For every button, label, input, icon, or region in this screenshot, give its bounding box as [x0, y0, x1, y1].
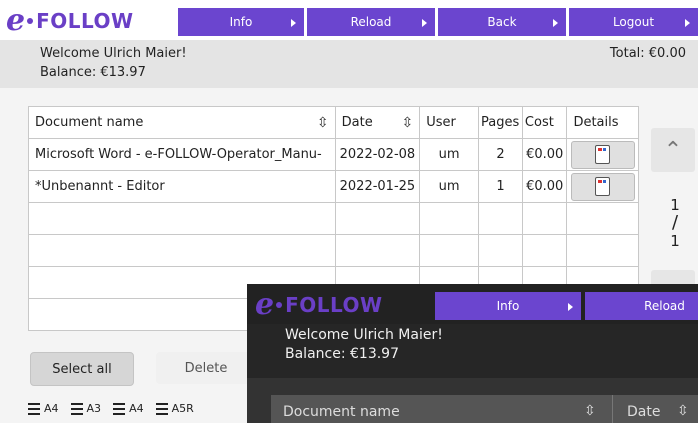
details-button[interactable] [570, 140, 635, 169]
column-header-document-name[interactable]: Document name [283, 404, 400, 420]
paper-format-label: A4 [44, 402, 59, 415]
scroll-up-button[interactable]: ⌃ [651, 128, 695, 172]
triangle-right-icon [422, 19, 427, 27]
triangle-right-icon [685, 19, 690, 27]
info-button[interactable]: Info [178, 8, 304, 36]
column-divider [612, 395, 613, 423]
header-label: Document name [35, 114, 144, 130]
info-button[interactable]: Info [435, 292, 581, 320]
table-header-row: Document name ⇳ Date ⇳ User Pages Cost D… [28, 106, 639, 139]
date-cell: 2022-02-08 [334, 138, 421, 171]
empty-row [28, 202, 639, 235]
triangle-right-icon [553, 19, 558, 27]
paper-format: A3 [70, 402, 102, 415]
delete-button[interactable]: Delete [156, 352, 256, 384]
column-header-document-name[interactable]: Document name ⇳ [28, 106, 336, 139]
paper-stack-icon [155, 402, 168, 415]
details-cell [566, 170, 639, 203]
logout-label: Logout [612, 15, 655, 29]
select-all-button[interactable]: Select all [30, 352, 134, 386]
reload-label: Reload [644, 299, 685, 313]
paper-format-label: A5R [171, 402, 194, 415]
dark-account-info: Welcome Ulrich Maier! Balance: €13.97 [247, 324, 698, 378]
user-cell: um [419, 138, 480, 171]
balance-text: Balance: €13.97 [285, 346, 399, 362]
paper-format-label: A3 [86, 402, 102, 415]
table-row[interactable]: *Unbenannt - Editor 2022-01-25 um 1 €0.0… [28, 170, 639, 203]
logout-button[interactable]: Logout [569, 8, 698, 36]
logo-dot [276, 302, 283, 308]
date-cell: 2022-01-25 [334, 170, 421, 203]
reload-label: Reload [350, 15, 392, 29]
back-button[interactable]: Back [438, 8, 566, 36]
paper-format: A5R [155, 402, 194, 415]
chevron-up-icon: ⌃ [663, 137, 683, 163]
total-text: Total: €0.00 [609, 46, 686, 61]
welcome-text: Welcome Ulrich Maier! [285, 327, 443, 343]
reload-button[interactable]: Reload [585, 292, 698, 320]
column-header-user: User [419, 106, 480, 139]
cost-cell: €0.00 [521, 138, 568, 171]
paper-stack-icon [28, 402, 40, 415]
info-label: Info [229, 15, 253, 29]
triangle-right-icon [291, 19, 296, 27]
dark-theme-preview: e FOLLOW Info Reload Welcome Ulrich Maie… [247, 284, 698, 423]
cost-cell: €0.00 [521, 170, 568, 203]
document-name-cell[interactable]: Microsoft Word - e-FOLLOW-Operator_Manu- [28, 138, 336, 171]
dark-table-header: Document name ⇳ Date ⇳ [271, 395, 698, 423]
header-label: Date [341, 114, 373, 130]
sort-icon[interactable]: ⇳ [401, 115, 413, 131]
logo-letter: e [6, 3, 26, 38]
logo-text: FOLLOW [36, 9, 134, 33]
triangle-right-icon [568, 303, 573, 311]
back-label: Back [487, 15, 517, 29]
details-button[interactable] [570, 172, 635, 201]
document-name-cell[interactable]: *Unbenannt - Editor [28, 170, 336, 203]
paper-stack-icon [70, 402, 83, 415]
document-preview-icon [594, 176, 610, 196]
paper-format: A4 [28, 402, 59, 415]
reload-button[interactable]: Reload [307, 8, 435, 36]
paper-format: A4 [113, 402, 144, 415]
sort-icon[interactable]: ⇳ [677, 403, 689, 419]
page-indicator: 1 / 1 [661, 196, 689, 250]
user-cell: um [419, 170, 480, 203]
page-separator: / [671, 212, 679, 233]
delete-label: Delete [184, 360, 228, 376]
column-header-date[interactable]: Date ⇳ [334, 106, 421, 139]
column-header-details: Details [566, 106, 639, 139]
info-label: Info [496, 299, 520, 313]
document-preview-icon [594, 144, 610, 164]
paper-format-row: A4 A3 A4 A5R [28, 402, 194, 415]
logo-letter: e [255, 287, 275, 322]
details-cell [566, 138, 639, 171]
paper-format-label: A4 [129, 402, 144, 415]
select-all-label: Select all [52, 361, 112, 377]
sort-icon[interactable]: ⇳ [317, 115, 329, 131]
account-info-bar: Welcome Ulrich Maier! Balance: €13.97 To… [0, 40, 698, 88]
logo-dot [27, 18, 34, 24]
efollow-logo: e FOLLOW [255, 290, 383, 320]
column-header-date[interactable]: Date [627, 404, 660, 420]
efollow-logo: e FOLLOW [6, 6, 134, 36]
logo-text: FOLLOW [285, 293, 383, 317]
pages-cell: 2 [478, 138, 523, 171]
total-pages: 1 [670, 232, 680, 250]
sort-icon[interactable]: ⇳ [584, 403, 596, 419]
dark-top-bar: e FOLLOW Info Reload [247, 284, 698, 324]
top-bar: e FOLLOW Info Reload Back Logout [0, 0, 698, 40]
balance-text: Balance: €13.97 [40, 65, 146, 80]
pages-cell: 1 [478, 170, 523, 203]
empty-row [28, 234, 639, 267]
welcome-text: Welcome Ulrich Maier! [40, 46, 187, 61]
paper-stack-icon [113, 402, 126, 415]
column-header-pages: Pages [478, 106, 523, 139]
table-row[interactable]: Microsoft Word - e-FOLLOW-Operator_Manu-… [28, 138, 639, 171]
column-header-cost: Cost [521, 106, 568, 139]
